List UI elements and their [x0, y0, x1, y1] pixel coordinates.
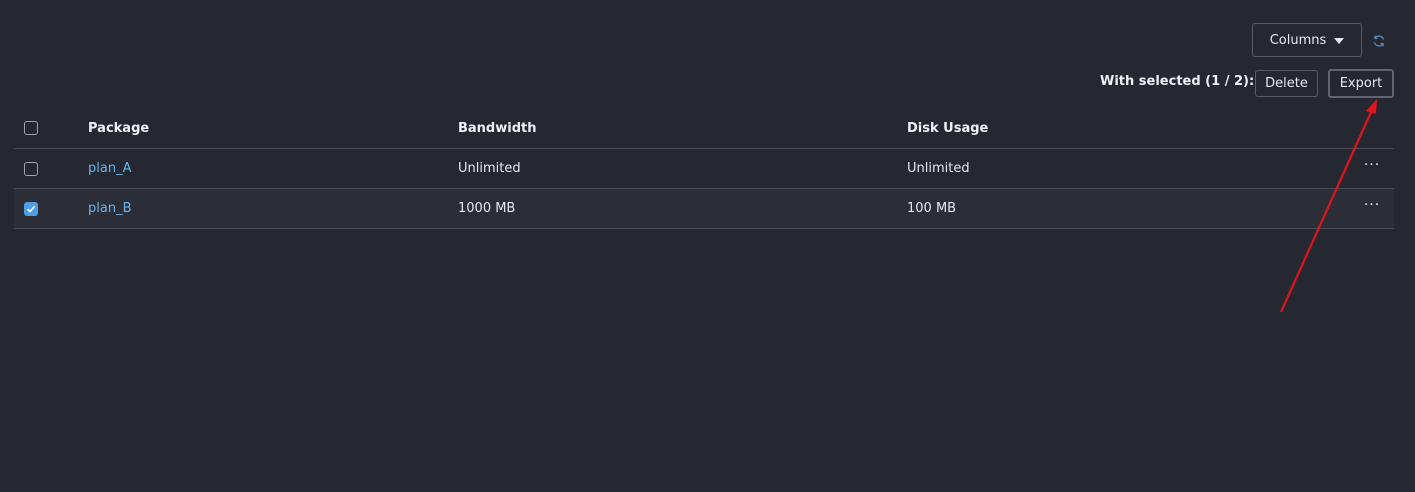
column-header-package[interactable]: Package [88, 108, 149, 148]
packages-table: Package Bandwidth Disk Usage plan_A Unli… [14, 108, 1394, 229]
column-header-bandwidth[interactable]: Bandwidth [458, 108, 536, 148]
columns-button-label: Columns [1269, 32, 1327, 48]
delete-button[interactable]: Delete [1255, 70, 1318, 97]
bandwidth-cell: 1000 MB [458, 201, 516, 216]
export-button[interactable]: Export [1328, 69, 1394, 98]
delete-button-label: Delete [1265, 76, 1308, 91]
columns-dropdown-button[interactable]: Columns [1252, 23, 1362, 57]
table-row: plan_B 1000 MB 100 MB ··· [14, 189, 1394, 229]
export-button-label: Export [1339, 76, 1383, 91]
checkmark-icon [26, 205, 36, 213]
package-link[interactable]: plan_A [88, 161, 131, 176]
column-header-disk-usage[interactable]: Disk Usage [907, 108, 988, 148]
table-row: plan_A Unlimited Unlimited ··· [14, 149, 1394, 189]
row-actions-menu-icon[interactable]: ··· [1364, 198, 1380, 212]
row-checkbox[interactable] [24, 161, 38, 176]
row-actions-menu-icon[interactable]: ··· [1364, 158, 1380, 172]
caret-down-icon [1334, 37, 1345, 44]
bulk-selection-label: With selected (1 / 2): [1100, 74, 1255, 89]
select-all-checkbox[interactable] [24, 121, 38, 135]
refresh-icon[interactable] [1372, 34, 1386, 48]
packages-page: Columns With selected (1 / 2): Delete Ex… [0, 0, 1415, 492]
package-link[interactable]: plan_B [88, 201, 132, 216]
row-checkbox[interactable] [24, 201, 38, 216]
disk-usage-cell: Unlimited [907, 161, 970, 176]
table-header-row: Package Bandwidth Disk Usage [14, 108, 1394, 149]
disk-usage-cell: 100 MB [907, 201, 957, 216]
bandwidth-cell: Unlimited [458, 161, 521, 176]
